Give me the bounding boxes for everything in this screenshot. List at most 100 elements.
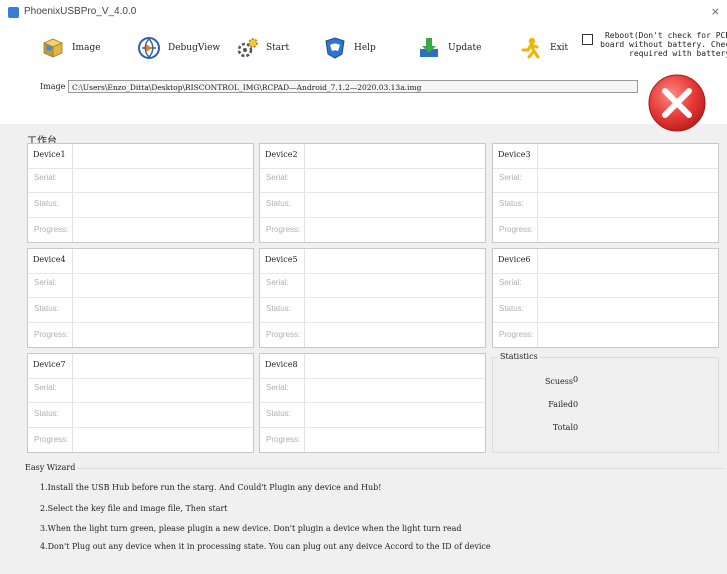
total-label: Total: [552, 423, 573, 432]
divider: [260, 168, 485, 169]
globe-icon: [136, 35, 162, 61]
device-panel: Device4 Serial: Status: Progress:: [27, 248, 254, 348]
progress-label: Progress:: [266, 225, 301, 234]
app-icon: [8, 7, 19, 18]
help-button[interactable]: Help: [322, 34, 376, 62]
divider: [260, 402, 485, 403]
divider: [493, 192, 718, 193]
update-button-label: Update: [448, 43, 482, 53]
title-bar: PhoenixUSBPro_V_4.0.0 ×: [0, 0, 727, 24]
start-button-label: Start: [266, 43, 290, 53]
divider: [493, 322, 718, 323]
divider: [493, 273, 718, 274]
divider: [260, 192, 485, 193]
close-icon[interactable]: ×: [711, 5, 720, 18]
reboot-checkbox-group: Reboot(Don't check for PCBA board withou…: [582, 31, 727, 58]
progress-label: Progress:: [266, 435, 301, 444]
device-name: Device7: [33, 360, 66, 369]
device-name: Device2: [265, 150, 298, 159]
device-name: Device8: [265, 360, 298, 369]
download-icon: [416, 35, 442, 61]
box-icon: [40, 35, 66, 61]
divider: [260, 378, 485, 379]
help-button-label: Help: [354, 43, 376, 53]
serial-label: Serial:: [499, 278, 522, 287]
device-panel: Device5 Serial: Status: Progress:: [259, 248, 486, 348]
exit-button[interactable]: Exit: [518, 34, 568, 62]
progress-label: Progress:: [499, 225, 534, 234]
image-button-label: Image: [72, 43, 101, 53]
device-panel: Device8 Serial: Status: Progress:: [259, 353, 486, 453]
status-label: Status:: [34, 199, 59, 208]
progress-label: Progress:: [34, 225, 69, 234]
serial-label: Serial:: [34, 173, 57, 182]
divider: [72, 144, 73, 242]
statistics-title: Statistics: [498, 352, 540, 361]
divider: [260, 427, 485, 428]
status-label: Status:: [266, 304, 291, 313]
wizard-step: 1.Install the USB Hub before run the sta…: [40, 483, 382, 492]
divider: [72, 249, 73, 347]
device-name: Device1: [33, 150, 66, 159]
divider: [28, 322, 253, 323]
debugview-button-label: DebugView: [168, 43, 221, 53]
easy-wizard: Easy Wizard 1.Install the USB Hub before…: [25, 463, 725, 565]
person-icon: [518, 35, 544, 61]
image-path-field[interactable]: C:\Users\Enzo_Ditta\Desktop\RISCONTROL_I…: [68, 80, 638, 93]
divider: [304, 144, 305, 242]
wizard-title: Easy Wizard: [25, 463, 79, 472]
image-row: Image C:\Users\Enzo_Ditta\Desktop\RISCON…: [0, 72, 727, 124]
divider: [260, 297, 485, 298]
failed-label: Failed: [548, 400, 573, 409]
gear-icon: [234, 35, 260, 61]
success-value: 0: [573, 375, 579, 384]
wizard-step: 2.Select the key file and image file, Th…: [40, 504, 228, 513]
device-panel: Device3 Serial: Status: Progress:: [492, 143, 719, 243]
device-panel: Device2 Serial: Status: Progress:: [259, 143, 486, 243]
success-label: Scuess: [544, 377, 573, 386]
serial-label: Serial:: [266, 383, 289, 392]
image-path-label: Image: [40, 82, 66, 91]
debugview-button[interactable]: DebugView: [136, 34, 220, 62]
device-name: Device6: [498, 255, 531, 264]
status-label: Status:: [34, 409, 59, 418]
device-name: Device3: [498, 150, 531, 159]
shield-icon: [322, 35, 348, 61]
wizard-step: 4.Don't Plug out any device when it in p…: [40, 542, 491, 551]
reboot-checkbox[interactable]: [582, 34, 593, 45]
divider: [260, 217, 485, 218]
divider: [493, 297, 718, 298]
update-button[interactable]: Update: [416, 34, 481, 62]
start-button[interactable]: Start: [234, 34, 289, 62]
serial-label: Serial:: [34, 278, 57, 287]
divider: [28, 402, 253, 403]
divider: [260, 322, 485, 323]
exit-button-label: Exit: [550, 43, 569, 53]
failed-value: 0: [573, 400, 579, 409]
status-label: Status:: [266, 409, 291, 418]
divider: [537, 249, 538, 347]
device-panel: Device6 Serial: Status: Progress:: [492, 248, 719, 348]
divider: [260, 273, 485, 274]
divider: [28, 378, 253, 379]
divider: [28, 297, 253, 298]
device-name: Device4: [33, 255, 66, 264]
serial-label: Serial:: [266, 173, 289, 182]
divider: [537, 144, 538, 242]
serial-label: Serial:: [34, 383, 57, 392]
device-name: Device5: [265, 255, 298, 264]
wizard-step: 3.When the light turn green, please plug…: [40, 524, 462, 533]
progress-label: Progress:: [499, 330, 534, 339]
status-label: Status:: [499, 304, 524, 313]
window-title: PhoenixUSBPro_V_4.0.0: [24, 6, 137, 17]
divider: [28, 217, 253, 218]
progress-label: Progress:: [34, 330, 69, 339]
divider: [304, 249, 305, 347]
divider: [28, 273, 253, 274]
serial-label: Serial:: [499, 173, 522, 182]
total-value: 0: [573, 423, 579, 432]
status-label: Status:: [34, 304, 59, 313]
toolbar: Image DebugView Start Help Update Exit R…: [0, 24, 727, 72]
image-button[interactable]: Image: [40, 34, 101, 62]
red-x-icon: [646, 73, 708, 133]
